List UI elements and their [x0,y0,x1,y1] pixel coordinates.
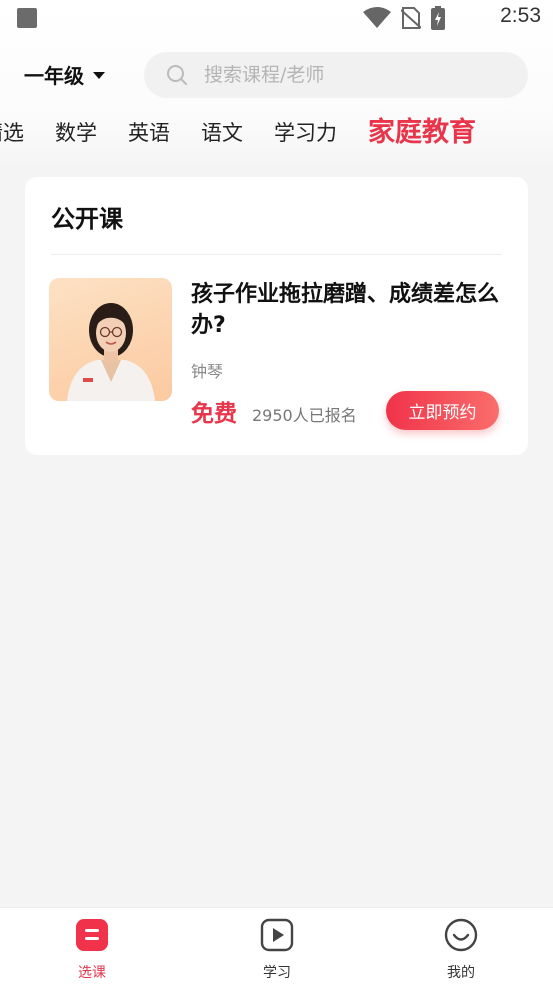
teacher-portrait-icon [67,303,155,401]
enrolled-count: 2950人已报名 [252,406,357,425]
teacher-photo[interactable] [49,278,172,401]
nav-item-mine[interactable]: 我的 [426,918,496,982]
grade-label: 一年级 [24,64,84,88]
nav-item-study[interactable]: 学习 [242,918,312,982]
wifi-icon [363,7,391,28]
status-icons [363,6,445,30]
open-class-card: 公开课 孩子作业拖拉磨蹭、成绩差怎么办? 钟琴 免费 2950人已报名 立即预约 [25,177,528,455]
nav-label-study: 学习 [263,965,291,981]
price-label: 免费 [191,401,237,427]
tab-featured[interactable]: 精选 [0,112,24,154]
no-sim-icon [401,7,421,29]
reserve-button[interactable]: 立即预约 [386,391,499,430]
tab-english[interactable]: 英语 [128,112,170,154]
nav-label-course: 选课 [78,965,106,981]
tab-learning-ability[interactable]: 学习力 [274,112,337,154]
status-time: 2:53 [500,4,541,27]
bottom-nav: 选课 学习 我的 [0,907,553,984]
battery-icon [431,6,445,30]
search-icon [167,65,187,85]
smile-icon [444,918,478,952]
status-bar: 2:53 [0,0,553,38]
tab-math[interactable]: 数学 [55,112,97,154]
grade-selector[interactable]: 一年级 [24,60,105,89]
teacher-name: 钟琴 [191,362,224,381]
nav-item-course[interactable]: 选课 [57,918,127,982]
caret-down-icon [93,72,105,79]
course-select-icon [76,919,108,951]
search-bar[interactable] [144,52,528,98]
tab-family-education[interactable]: 家庭教育 [368,112,476,154]
nav-label-mine: 我的 [447,965,475,981]
search-input[interactable] [202,63,506,87]
section-title: 公开课 [51,205,123,233]
notification-icon [17,8,37,28]
course-title[interactable]: 孩子作业拖拉磨蹭、成绩差怎么办? [191,279,509,341]
play-icon [260,918,294,952]
divider [51,254,502,255]
tab-chinese[interactable]: 语文 [201,112,243,154]
category-tabs: 精选 数学 英语 语文 学习力 家庭教育 [0,112,476,154]
